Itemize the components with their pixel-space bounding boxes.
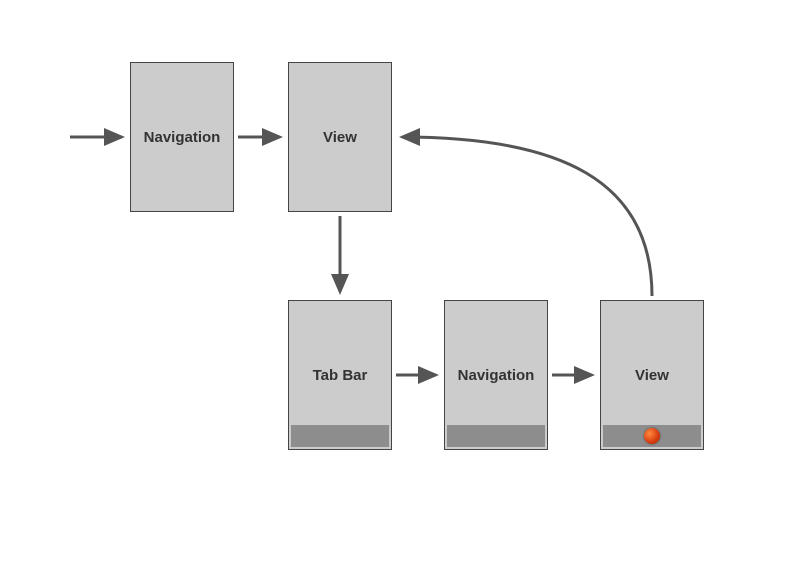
arrows-layer: [0, 0, 800, 568]
node-label: View: [323, 129, 357, 146]
node-view-2: View: [600, 300, 704, 450]
node-label: Navigation: [144, 129, 221, 146]
arrow-view2-to-view1: [402, 137, 652, 296]
node-label: Navigation: [458, 367, 535, 384]
tab-bar-footer: [603, 425, 701, 447]
node-navigation-2: Navigation: [444, 300, 548, 450]
node-tab-bar: Tab Bar: [288, 300, 392, 450]
node-view-1: View: [288, 62, 392, 212]
tab-bar-footer: [447, 425, 545, 447]
tab-bar-footer: [291, 425, 389, 447]
node-navigation-1: Navigation: [130, 62, 234, 212]
node-label: Tab Bar: [313, 367, 368, 384]
active-tab-indicator-icon: [644, 428, 660, 444]
node-label: View: [635, 367, 669, 384]
